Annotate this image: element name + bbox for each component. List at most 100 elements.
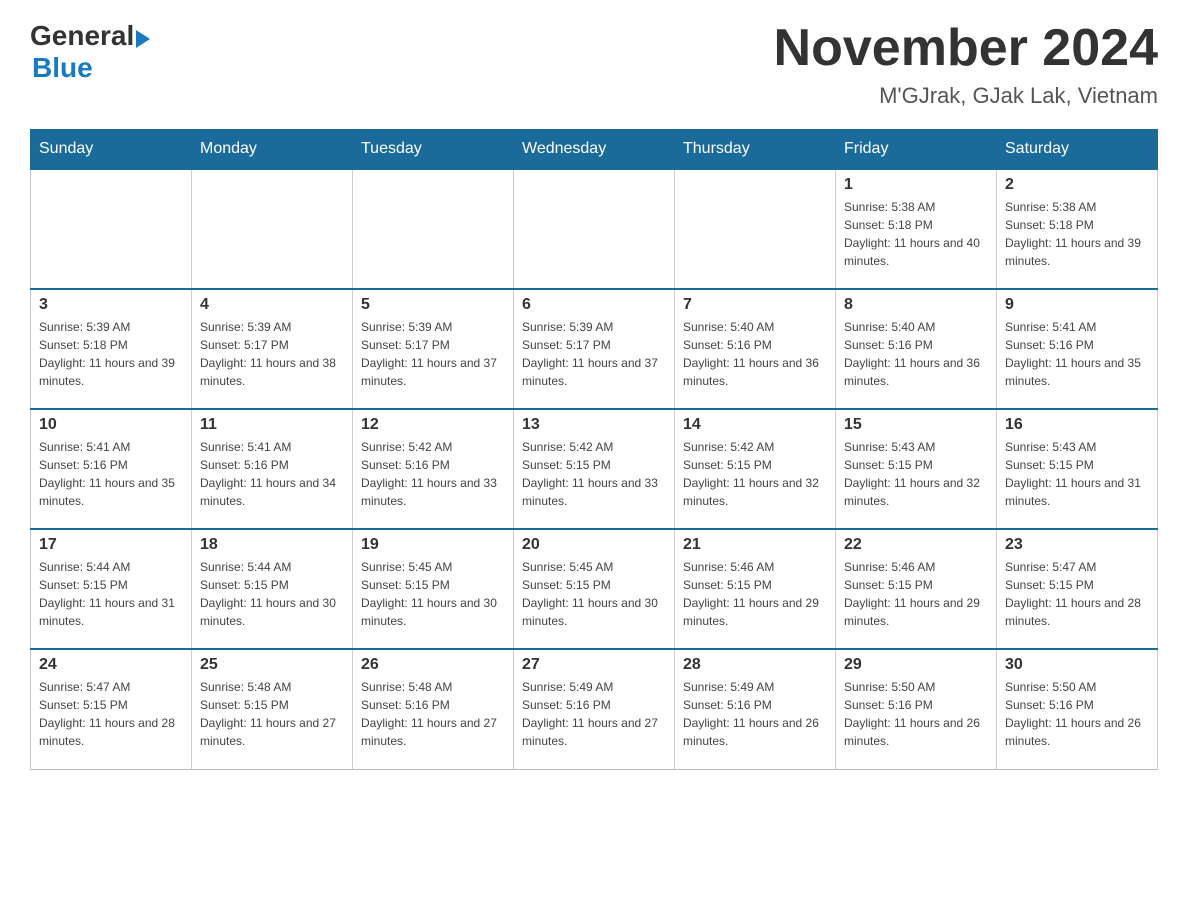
day-info: Sunrise: 5:39 AM Sunset: 5:18 PM Dayligh…	[39, 318, 183, 390]
day-number: 28	[683, 656, 827, 674]
column-header-sunday: Sunday	[31, 130, 192, 170]
day-info: Sunrise: 5:49 AM Sunset: 5:16 PM Dayligh…	[522, 678, 666, 750]
calendar-cell: 6 Sunrise: 5:39 AM Sunset: 5:17 PM Daylig…	[514, 289, 675, 409]
day-info: Sunrise: 5:43 AM Sunset: 5:15 PM Dayligh…	[1005, 438, 1149, 510]
calendar-cell: 12 Sunrise: 5:42 AM Sunset: 5:16 PM Dayli…	[353, 409, 514, 529]
day-number: 9	[1005, 296, 1149, 314]
day-info: Sunrise: 5:47 AM Sunset: 5:15 PM Dayligh…	[39, 678, 183, 750]
calendar-cell: 23Sunrise: 5:47 AM Sunset: 5:15 PM Dayli…	[997, 529, 1158, 649]
calendar-cell: 10Sunrise: 5:41 AM Sunset: 5:16 PM Dayli…	[31, 409, 192, 529]
calendar-cell: 11Sunrise: 5:41 AM Sunset: 5:16 PM Dayli…	[192, 409, 353, 529]
calendar-header-row: SundayMondayTuesdayWednesdayThursdayFrid…	[31, 130, 1158, 170]
column-header-tuesday: Tuesday	[353, 130, 514, 170]
calendar-cell	[675, 169, 836, 289]
logo-general-text: General	[30, 20, 134, 52]
calendar-cell: 14 Sunrise: 5:42 AM Sunset: 5:15 PM Dayli…	[675, 409, 836, 529]
day-number: 7	[683, 296, 827, 314]
day-number: 22	[844, 536, 988, 554]
calendar-cell: 16 Sunrise: 5:43 AM Sunset: 5:15 PM Dayli…	[997, 409, 1158, 529]
calendar-cell: 1 Sunrise: 5:38 AM Sunset: 5:18 PM Daylig…	[836, 169, 997, 289]
day-info: Sunrise: 5:50 AM Sunset: 5:16 PM Dayligh…	[844, 678, 988, 750]
calendar-cell: 18 Sunrise: 5:44 AM Sunset: 5:15 PM Dayli…	[192, 529, 353, 649]
day-info: Sunrise: 5:44 AM Sunset: 5:15 PM Dayligh…	[200, 558, 344, 630]
calendar-week-row: 10Sunrise: 5:41 AM Sunset: 5:16 PM Dayli…	[31, 409, 1158, 529]
day-info: Sunrise: 5:45 AM Sunset: 5:15 PM Dayligh…	[361, 558, 505, 630]
calendar-cell: 26 Sunrise: 5:48 AM Sunset: 5:16 PM Dayli…	[353, 649, 514, 769]
day-info: Sunrise: 5:49 AM Sunset: 5:16 PM Dayligh…	[683, 678, 827, 750]
day-number: 3	[39, 296, 183, 314]
calendar-cell: 22Sunrise: 5:46 AM Sunset: 5:15 PM Dayli…	[836, 529, 997, 649]
calendar-cell: 2Sunrise: 5:38 AM Sunset: 5:18 PM Daylig…	[997, 169, 1158, 289]
calendar-cell	[514, 169, 675, 289]
day-info: Sunrise: 5:50 AM Sunset: 5:16 PM Dayligh…	[1005, 678, 1149, 750]
day-number: 21	[683, 536, 827, 554]
calendar-week-row: 3 Sunrise: 5:39 AM Sunset: 5:18 PM Daylig…	[31, 289, 1158, 409]
day-info: Sunrise: 5:40 AM Sunset: 5:16 PM Dayligh…	[683, 318, 827, 390]
column-header-wednesday: Wednesday	[514, 130, 675, 170]
day-info: Sunrise: 5:42 AM Sunset: 5:15 PM Dayligh…	[683, 438, 827, 510]
calendar-cell: 8 Sunrise: 5:40 AM Sunset: 5:16 PM Daylig…	[836, 289, 997, 409]
calendar-cell: 3 Sunrise: 5:39 AM Sunset: 5:18 PM Daylig…	[31, 289, 192, 409]
day-number: 10	[39, 416, 183, 434]
calendar-week-row: 17 Sunrise: 5:44 AM Sunset: 5:15 PM Dayli…	[31, 529, 1158, 649]
day-number: 25	[200, 656, 344, 674]
calendar-title-section: November 2024 M'GJrak, GJak Lak, Vietnam	[774, 20, 1158, 109]
calendar-cell: 19Sunrise: 5:45 AM Sunset: 5:15 PM Dayli…	[353, 529, 514, 649]
calendar-cell	[31, 169, 192, 289]
calendar-cell: 30Sunrise: 5:50 AM Sunset: 5:16 PM Dayli…	[997, 649, 1158, 769]
day-info: Sunrise: 5:39 AM Sunset: 5:17 PM Dayligh…	[522, 318, 666, 390]
day-info: Sunrise: 5:48 AM Sunset: 5:15 PM Dayligh…	[200, 678, 344, 750]
day-info: Sunrise: 5:48 AM Sunset: 5:16 PM Dayligh…	[361, 678, 505, 750]
calendar-cell	[192, 169, 353, 289]
day-number: 4	[200, 296, 344, 314]
day-number: 18	[200, 536, 344, 554]
calendar-cell: 24 Sunrise: 5:47 AM Sunset: 5:15 PM Dayli…	[31, 649, 192, 769]
logo-arrow-icon	[136, 30, 150, 48]
day-info: Sunrise: 5:40 AM Sunset: 5:16 PM Dayligh…	[844, 318, 988, 390]
day-number: 2	[1005, 176, 1149, 194]
day-number: 1	[844, 176, 988, 194]
logo: General Blue	[30, 20, 150, 84]
calendar-cell: 17 Sunrise: 5:44 AM Sunset: 5:15 PM Dayli…	[31, 529, 192, 649]
day-number: 12	[361, 416, 505, 434]
calendar-cell: 7 Sunrise: 5:40 AM Sunset: 5:16 PM Daylig…	[675, 289, 836, 409]
day-info: Sunrise: 5:41 AM Sunset: 5:16 PM Dayligh…	[1005, 318, 1149, 390]
day-number: 17	[39, 536, 183, 554]
day-number: 24	[39, 656, 183, 674]
day-number: 14	[683, 416, 827, 434]
day-info: Sunrise: 5:44 AM Sunset: 5:15 PM Dayligh…	[39, 558, 183, 630]
logo-blue-text: Blue	[32, 52, 150, 84]
day-info: Sunrise: 5:39 AM Sunset: 5:17 PM Dayligh…	[361, 318, 505, 390]
calendar-cell: 25 Sunrise: 5:48 AM Sunset: 5:15 PM Dayli…	[192, 649, 353, 769]
day-info: Sunrise: 5:47 AM Sunset: 5:15 PM Dayligh…	[1005, 558, 1149, 630]
calendar-cell: 29 Sunrise: 5:50 AM Sunset: 5:16 PM Dayli…	[836, 649, 997, 769]
day-number: 26	[361, 656, 505, 674]
day-number: 5	[361, 296, 505, 314]
calendar-cell: 21Sunrise: 5:46 AM Sunset: 5:15 PM Dayli…	[675, 529, 836, 649]
day-info: Sunrise: 5:42 AM Sunset: 5:15 PM Dayligh…	[522, 438, 666, 510]
column-header-thursday: Thursday	[675, 130, 836, 170]
calendar-cell: 27 Sunrise: 5:49 AM Sunset: 5:16 PM Dayli…	[514, 649, 675, 769]
column-header-friday: Friday	[836, 130, 997, 170]
calendar-cell	[353, 169, 514, 289]
column-header-saturday: Saturday	[997, 130, 1158, 170]
calendar-title: November 2024	[774, 20, 1158, 77]
day-number: 29	[844, 656, 988, 674]
day-number: 27	[522, 656, 666, 674]
day-info: Sunrise: 5:39 AM Sunset: 5:17 PM Dayligh…	[200, 318, 344, 390]
page-header: General Blue November 2024 M'GJrak, GJak…	[30, 20, 1158, 109]
day-info: Sunrise: 5:38 AM Sunset: 5:18 PM Dayligh…	[844, 198, 988, 270]
calendar-cell: 20Sunrise: 5:45 AM Sunset: 5:15 PM Dayli…	[514, 529, 675, 649]
day-number: 20	[522, 536, 666, 554]
day-number: 6	[522, 296, 666, 314]
calendar-subtitle: M'GJrak, GJak Lak, Vietnam	[774, 83, 1158, 109]
calendar-week-row: 24 Sunrise: 5:47 AM Sunset: 5:15 PM Dayli…	[31, 649, 1158, 769]
day-info: Sunrise: 5:42 AM Sunset: 5:16 PM Dayligh…	[361, 438, 505, 510]
calendar-cell: 28 Sunrise: 5:49 AM Sunset: 5:16 PM Dayli…	[675, 649, 836, 769]
day-info: Sunrise: 5:43 AM Sunset: 5:15 PM Dayligh…	[844, 438, 988, 510]
column-header-monday: Monday	[192, 130, 353, 170]
day-number: 8	[844, 296, 988, 314]
calendar-cell: 9 Sunrise: 5:41 AM Sunset: 5:16 PM Daylig…	[997, 289, 1158, 409]
day-number: 16	[1005, 416, 1149, 434]
day-number: 15	[844, 416, 988, 434]
